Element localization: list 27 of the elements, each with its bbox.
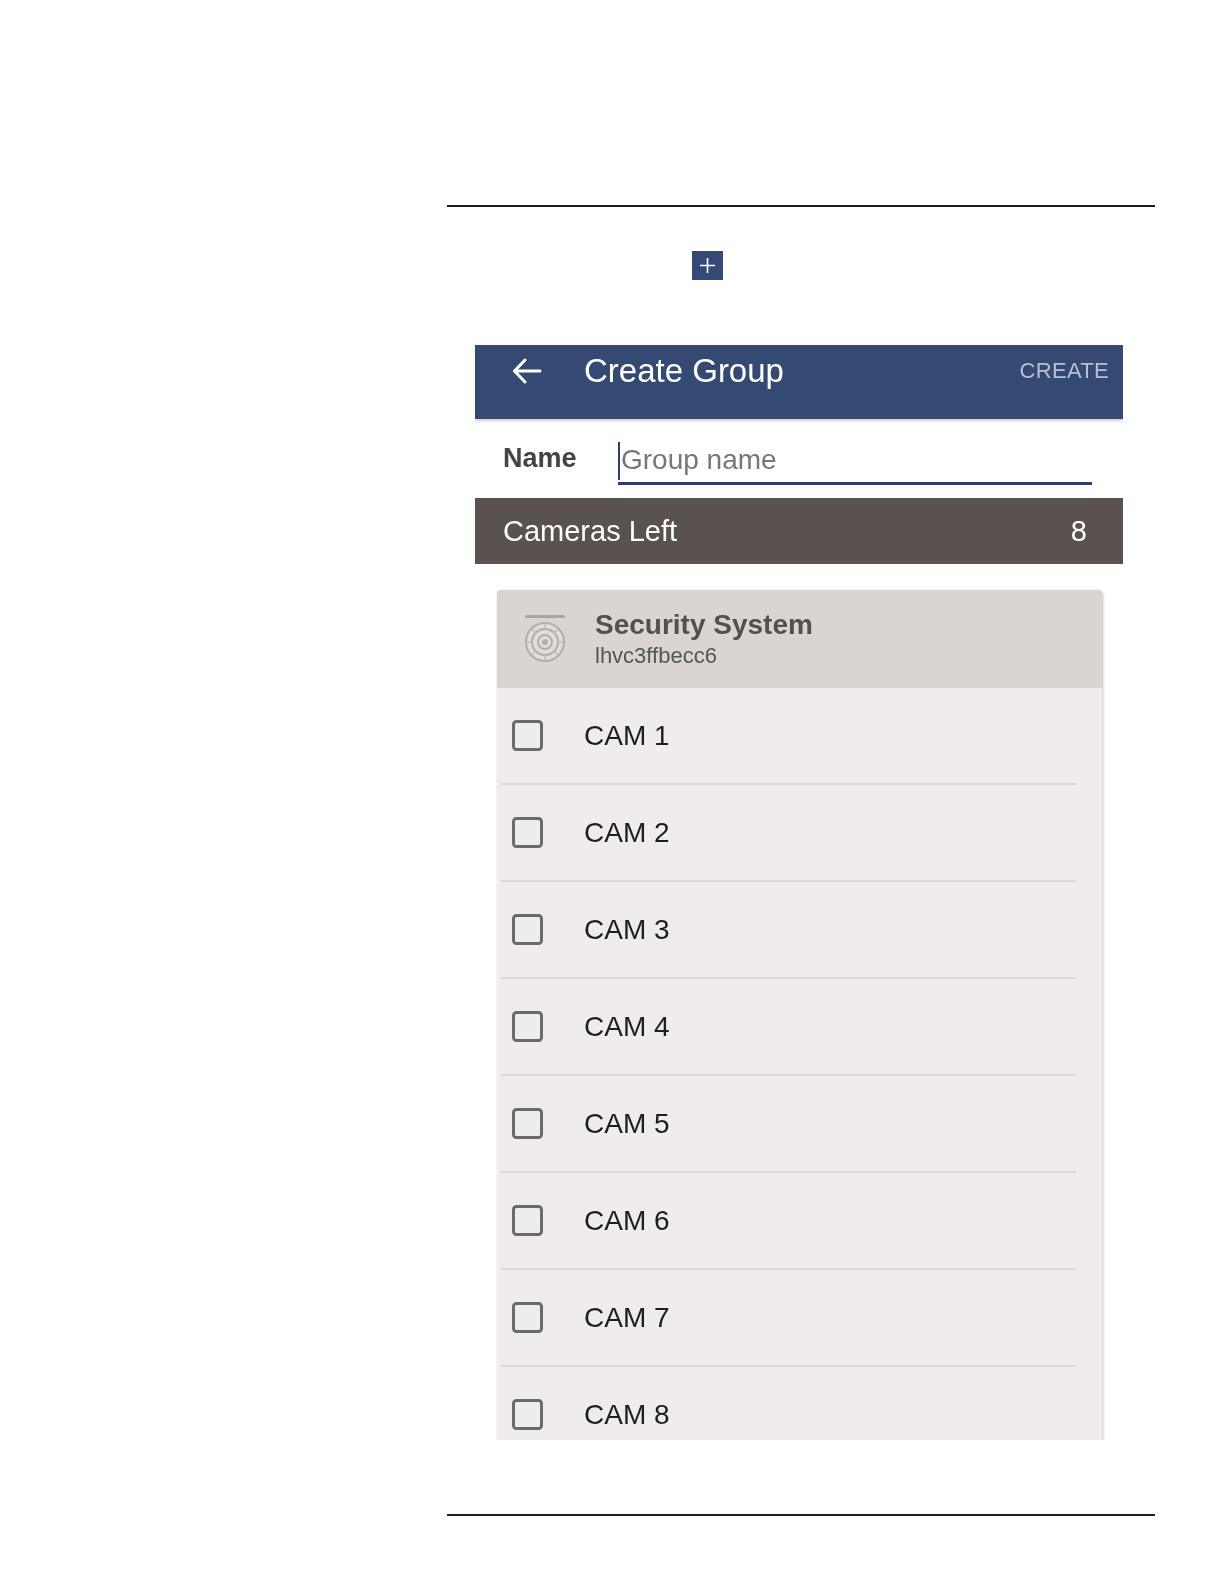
- cameras-left-label: Cameras Left: [503, 514, 678, 549]
- checkbox[interactable]: [512, 1011, 543, 1042]
- device-name: Security System: [595, 608, 813, 642]
- cameras-left-count: 8: [1070, 514, 1087, 549]
- checkbox[interactable]: [512, 1399, 543, 1430]
- camera-name[interactable]: CAM 7: [584, 1301, 670, 1334]
- group-name-field[interactable]: Group name: [618, 438, 1092, 485]
- camera-name[interactable]: CAM 5: [584, 1107, 670, 1140]
- checkbox[interactable]: [512, 817, 543, 848]
- camera-name[interactable]: CAM 8: [584, 1398, 670, 1431]
- camera-name[interactable]: CAM 1: [584, 719, 670, 752]
- camera-name[interactable]: CAM 2: [584, 816, 670, 849]
- plus-icon: [692, 251, 723, 280]
- screen-title: Create Group: [584, 351, 784, 391]
- text-cursor-icon: [618, 441, 620, 480]
- camera-name[interactable]: CAM 6: [584, 1204, 670, 1237]
- checkbox[interactable]: [512, 1302, 543, 1333]
- camera-name[interactable]: CAM 3: [584, 913, 670, 946]
- dome-camera-icon: [522, 615, 568, 663]
- checkbox[interactable]: [512, 1205, 543, 1236]
- name-label: Name: [503, 441, 578, 475]
- checkbox[interactable]: [512, 720, 543, 751]
- device-id: lhvc3ffbecc6: [595, 642, 718, 670]
- checkbox[interactable]: [512, 914, 543, 945]
- camera-name[interactable]: CAM 4: [584, 1010, 670, 1043]
- checkbox[interactable]: [512, 1108, 543, 1139]
- back-arrow-icon[interactable]: [512, 358, 542, 384]
